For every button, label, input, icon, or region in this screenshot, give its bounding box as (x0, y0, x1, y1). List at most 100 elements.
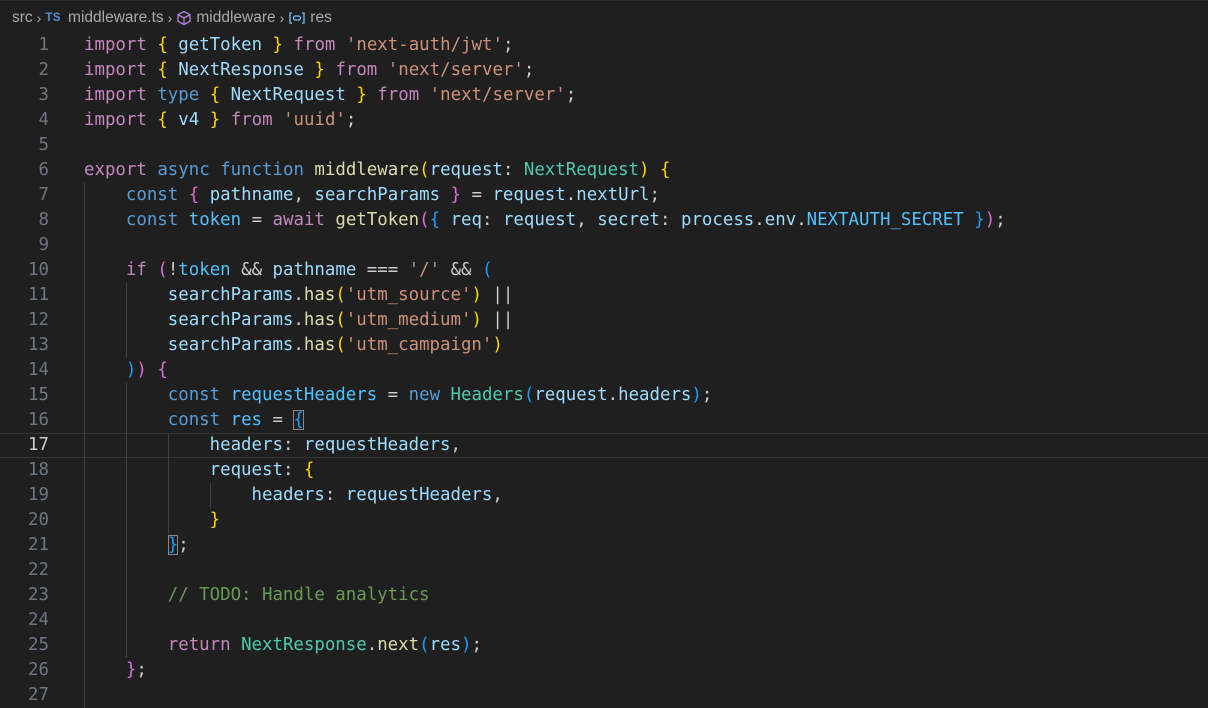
code-token: pathname (272, 260, 357, 280)
code-token: NextRequest (523, 160, 640, 180)
code-line[interactable]: 9 (0, 233, 1208, 258)
breadcrumb-symbol[interactable]: middleware (196, 9, 275, 27)
line-number[interactable]: 3 (0, 83, 49, 108)
line-number[interactable]: 23 (0, 583, 49, 608)
code-text[interactable]: } (84, 508, 220, 533)
code-text[interactable]: searchParams.has('utm_source') || (84, 283, 514, 308)
code-token: . (565, 185, 577, 205)
code-token: : (324, 485, 346, 505)
line-number[interactable]: 24 (0, 608, 49, 633)
code-line[interactable]: 16 const res = { (0, 408, 1208, 433)
code-text[interactable]: searchParams.has('utm_campaign') (84, 333, 503, 358)
code-line[interactable]: 18 request: { (0, 458, 1208, 483)
code-line[interactable]: 22 (0, 558, 1208, 583)
code-text[interactable]: import { NextResponse } from 'next/serve… (84, 58, 534, 83)
code-text[interactable]: }; (84, 658, 147, 683)
line-number[interactable]: 17 (0, 434, 49, 457)
code-line[interactable]: 17 headers: requestHeaders, (0, 433, 1208, 458)
line-number[interactable]: 12 (0, 308, 49, 333)
code-token: ; (136, 660, 147, 680)
code-line[interactable]: 19 headers: requestHeaders, (0, 483, 1208, 508)
line-number[interactable]: 27 (0, 683, 49, 708)
code-line[interactable]: 25 return NextResponse.next(res); (0, 633, 1208, 658)
code-line[interactable]: 26 }; (0, 658, 1208, 683)
code-text[interactable]: }; (84, 533, 189, 558)
code-text[interactable]: headers: requestHeaders, (84, 434, 461, 457)
code-text[interactable]: if (!token && pathname === '/' && ( (84, 258, 493, 283)
breadcrumb-folder[interactable]: src (12, 9, 33, 27)
code-line[interactable]: 13 searchParams.has('utm_campaign') (0, 333, 1208, 358)
code-token: = (461, 185, 493, 205)
code-line[interactable]: 8 const token = await getToken({ req: re… (0, 208, 1208, 233)
line-number[interactable]: 25 (0, 633, 49, 658)
code-line[interactable]: 1 import { getToken } from 'next-auth/jwt… (0, 33, 1208, 58)
code-editor[interactable]: 1 import { getToken } from 'next-auth/jwt… (0, 33, 1208, 708)
code-line[interactable]: 21 }; (0, 533, 1208, 558)
code-line[interactable]: 14 )) { (0, 358, 1208, 383)
code-text[interactable]: import { getToken } from 'next-auth/jwt'… (84, 33, 513, 58)
line-number[interactable]: 7 (0, 183, 49, 208)
line-number[interactable]: 6 (0, 158, 49, 183)
code-line[interactable]: 27 (0, 683, 1208, 708)
code-text[interactable]: return NextResponse.next(res); (84, 633, 482, 658)
breadcrumb-variable[interactable]: res (310, 9, 332, 27)
line-number[interactable]: 15 (0, 383, 49, 408)
line-number[interactable]: 26 (0, 658, 49, 683)
code-text[interactable]: searchParams.has('utm_medium') || (84, 308, 514, 333)
line-number[interactable]: 21 (0, 533, 49, 558)
line-number[interactable]: 20 (0, 508, 49, 533)
code-line[interactable]: 20 } (0, 508, 1208, 533)
code-text[interactable]: // TODO: Handle analytics (84, 583, 430, 608)
code-token: ( (157, 260, 168, 280)
code-line[interactable]: 2 import { NextResponse } from 'next/serv… (0, 58, 1208, 83)
line-number[interactable]: 13 (0, 333, 49, 358)
line-number[interactable]: 2 (0, 58, 49, 83)
code-token: ; (649, 185, 661, 205)
code-text[interactable]: )) { (84, 358, 168, 383)
code-text[interactable]: const res = { (84, 408, 304, 433)
code-token: nextUrl (576, 185, 650, 205)
code-token: && (440, 260, 482, 280)
code-token: getToken (335, 210, 420, 230)
code-token: process (680, 210, 755, 230)
line-number[interactable]: 11 (0, 283, 49, 308)
line-number[interactable]: 5 (0, 133, 49, 158)
line-number[interactable]: 4 (0, 108, 49, 133)
breadcrumb-file[interactable]: middleware.ts (68, 9, 164, 27)
line-number[interactable]: 22 (0, 558, 49, 583)
line-number[interactable]: 19 (0, 483, 49, 508)
code-line[interactable]: 15 const requestHeaders = new Headers(re… (0, 383, 1208, 408)
line-number[interactable]: 18 (0, 458, 49, 483)
code-text[interactable]: export async function middleware(request… (84, 158, 670, 183)
code-line[interactable]: 11 searchParams.has('utm_source') || (0, 283, 1208, 308)
code-text[interactable]: const { pathname, searchParams } = reque… (84, 183, 660, 208)
code-text[interactable]: import type { NextRequest } from 'next/s… (84, 83, 576, 108)
code-line[interactable]: 4 import { v4 } from 'uuid'; (0, 108, 1208, 133)
code-text[interactable]: headers: requestHeaders, (84, 483, 503, 508)
code-token: NextResponse (178, 60, 304, 80)
code-text[interactable]: request: { (84, 458, 315, 483)
code-line[interactable]: 10 if (!token && pathname === '/' && ( (0, 258, 1208, 283)
line-number[interactable]: 16 (0, 408, 49, 433)
code-line[interactable]: 23 // TODO: Handle analytics (0, 583, 1208, 608)
line-number[interactable]: 9 (0, 233, 49, 258)
code-text[interactable]: const token = await getToken({ req: requ… (84, 208, 1006, 233)
code-line[interactable]: 5 (0, 133, 1208, 158)
line-number[interactable]: 10 (0, 258, 49, 283)
code-line[interactable]: 6 export async function middleware(reques… (0, 158, 1208, 183)
code-token: } (209, 110, 221, 130)
code-line[interactable]: 24 (0, 608, 1208, 633)
code-text[interactable]: const requestHeaders = new Headers(reque… (84, 383, 713, 408)
code-line[interactable]: 3 import type { NextRequest } from 'next/… (0, 83, 1208, 108)
code-token: ) (984, 210, 996, 230)
code-text[interactable]: import { v4 } from 'uuid'; (84, 108, 356, 133)
line-number[interactable]: 1 (0, 33, 49, 58)
line-number[interactable]: 14 (0, 358, 49, 383)
code-line[interactable]: 12 searchParams.has('utm_medium') || (0, 308, 1208, 333)
code-line[interactable]: 7 const { pathname, searchParams } = req… (0, 183, 1208, 208)
line-number[interactable]: 8 (0, 208, 49, 233)
